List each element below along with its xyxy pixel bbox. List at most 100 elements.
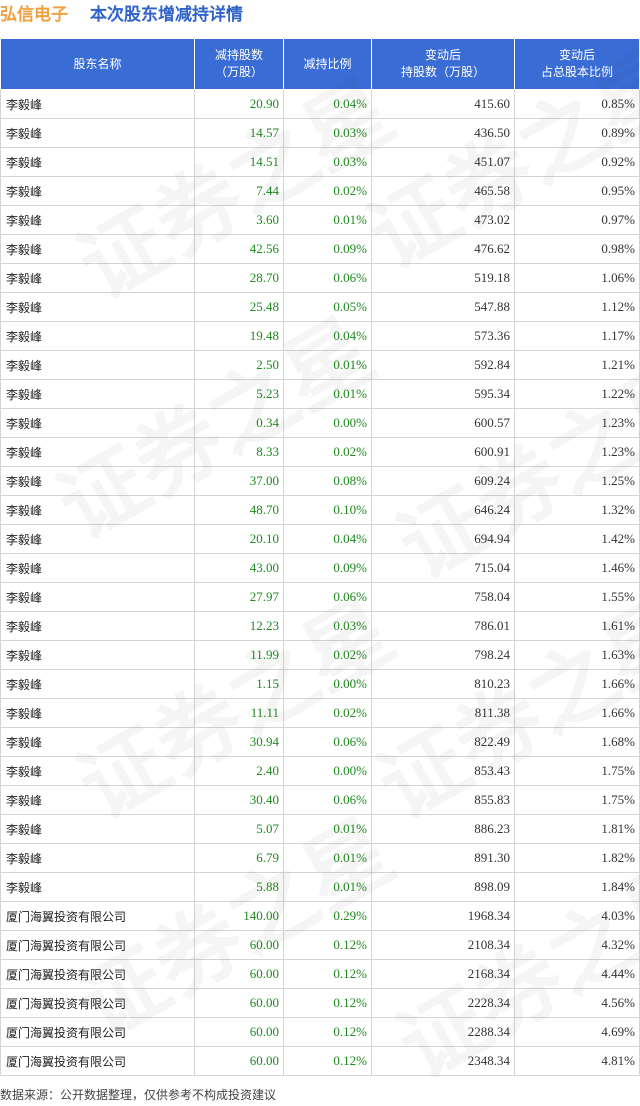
cell-reduced-ratio: 0.02% (283, 698, 372, 728)
cell-reduced-shares: 140.00 (194, 901, 284, 931)
cell-shareholder: 李毅峰 (0, 89, 195, 119)
table-row: 李毅峰 42.56 0.09% 476.62 0.98% (0, 234, 640, 264)
cell-holding-after: 573.36 (371, 321, 515, 351)
cell-reduced-shares: 8.33 (194, 437, 284, 467)
table-header: 股东名称 减持股数 （万股） 减持比例 变动后 持股数（万股） 变动后 占总股本… (0, 38, 640, 90)
cell-ratio-after: 4.44% (514, 959, 640, 989)
table-row: 厦门海翼投资有限公司 60.00 0.12% 2348.34 4.81% (0, 1046, 640, 1076)
cell-holding-after: 853.43 (371, 756, 515, 786)
cell-reduced-shares: 11.11 (194, 698, 284, 728)
table-row: 李毅峰 48.70 0.10% 646.24 1.32% (0, 495, 640, 525)
cell-shareholder: 李毅峰 (0, 379, 195, 409)
cell-reduced-shares: 5.23 (194, 379, 284, 409)
cell-ratio-after: 1.55% (514, 582, 640, 612)
cell-ratio-after: 1.61% (514, 611, 640, 641)
cell-reduced-shares: 20.90 (194, 89, 284, 119)
cell-reduced-ratio: 0.08% (283, 466, 372, 496)
cell-reduced-ratio: 0.09% (283, 553, 372, 583)
cell-holding-after: 415.60 (371, 89, 515, 119)
cell-reduced-ratio: 0.01% (283, 350, 372, 380)
table-row: 李毅峰 30.40 0.06% 855.83 1.75% (0, 785, 640, 815)
cell-shareholder: 李毅峰 (0, 698, 195, 728)
cell-reduced-ratio: 0.00% (283, 756, 372, 786)
cell-holding-after: 600.57 (371, 408, 515, 438)
table-row: 李毅峰 11.11 0.02% 811.38 1.66% (0, 698, 640, 728)
cell-holding-after: 2168.34 (371, 959, 515, 989)
cell-reduced-ratio: 0.06% (283, 263, 372, 293)
cell-reduced-ratio: 0.06% (283, 727, 372, 757)
cell-holding-after: 810.23 (371, 669, 515, 699)
cell-reduced-shares: 28.70 (194, 263, 284, 293)
cell-reduced-shares: 19.48 (194, 321, 284, 351)
cell-reduced-ratio: 0.01% (283, 379, 372, 409)
cell-reduced-shares: 5.88 (194, 872, 284, 902)
cell-holding-after: 822.49 (371, 727, 515, 757)
col-header-ratio-after: 变动后 占总股本比例 (514, 38, 640, 90)
cell-reduced-shares: 60.00 (194, 959, 284, 989)
table-row: 李毅峰 27.97 0.06% 758.04 1.55% (0, 582, 640, 612)
cell-reduced-ratio: 0.00% (283, 669, 372, 699)
cell-ratio-after: 4.03% (514, 901, 640, 931)
cell-reduced-shares: 11.99 (194, 640, 284, 670)
table-body: 李毅峰 20.90 0.04% 415.60 0.85% 李毅峰 14.57 0.03% 436… (0, 89, 640, 1076)
cell-shareholder: 李毅峰 (0, 872, 195, 902)
cell-reduced-shares: 14.51 (194, 147, 284, 177)
cell-reduced-ratio: 0.04% (283, 89, 372, 119)
cell-holding-after: 436.50 (371, 118, 515, 148)
table-row: 李毅峰 6.79 0.01% 891.30 1.82% (0, 843, 640, 873)
cell-holding-after: 609.24 (371, 466, 515, 496)
table-row: 厦门海翼投资有限公司 60.00 0.12% 2108.34 4.32% (0, 930, 640, 960)
table-row: 李毅峰 0.34 0.00% 600.57 1.23% (0, 408, 640, 438)
table-row: 李毅峰 20.10 0.04% 694.94 1.42% (0, 524, 640, 554)
cell-ratio-after: 1.81% (514, 814, 640, 844)
cell-reduced-ratio: 0.00% (283, 408, 372, 438)
cell-ratio-after: 1.22% (514, 379, 640, 409)
shareholding-table: 股东名称 减持股数 （万股） 减持比例 变动后 持股数（万股） 变动后 占总股本… (0, 38, 640, 1076)
table-row: 李毅峰 25.48 0.05% 547.88 1.12% (0, 292, 640, 322)
cell-shareholder: 李毅峰 (0, 495, 195, 525)
table-row: 厦门海翼投资有限公司 140.00 0.29% 1968.34 4.03% (0, 901, 640, 931)
cell-shareholder: 李毅峰 (0, 147, 195, 177)
cell-ratio-after: 1.75% (514, 756, 640, 786)
cell-ratio-after: 1.82% (514, 843, 640, 873)
table-row: 李毅峰 14.57 0.03% 436.50 0.89% (0, 118, 640, 148)
cell-holding-after: 2108.34 (371, 930, 515, 960)
cell-reduced-shares: 30.40 (194, 785, 284, 815)
cell-holding-after: 898.09 (371, 872, 515, 902)
cell-reduced-shares: 42.56 (194, 234, 284, 264)
cell-ratio-after: 1.42% (514, 524, 640, 554)
cell-shareholder: 李毅峰 (0, 350, 195, 380)
cell-reduced-ratio: 0.12% (283, 930, 372, 960)
cell-ratio-after: 1.66% (514, 698, 640, 728)
cell-shareholder: 厦门海翼投资有限公司 (0, 959, 195, 989)
cell-ratio-after: 1.12% (514, 292, 640, 322)
cell-reduced-ratio: 0.06% (283, 582, 372, 612)
cell-shareholder: 李毅峰 (0, 582, 195, 612)
cell-shareholder: 李毅峰 (0, 553, 195, 583)
table-row: 李毅峰 7.44 0.02% 465.58 0.95% (0, 176, 640, 206)
cell-reduced-shares: 20.10 (194, 524, 284, 554)
cell-shareholder: 李毅峰 (0, 176, 195, 206)
cell-ratio-after: 1.21% (514, 350, 640, 380)
cell-shareholder: 厦门海翼投资有限公司 (0, 1017, 195, 1047)
cell-ratio-after: 1.66% (514, 669, 640, 699)
cell-ratio-after: 1.32% (514, 495, 640, 525)
cell-reduced-ratio: 0.06% (283, 785, 372, 815)
cell-reduced-shares: 2.40 (194, 756, 284, 786)
cell-shareholder: 李毅峰 (0, 756, 195, 786)
cell-shareholder: 李毅峰 (0, 727, 195, 757)
cell-holding-after: 646.24 (371, 495, 515, 525)
cell-holding-after: 451.07 (371, 147, 515, 177)
cell-shareholder: 李毅峰 (0, 263, 195, 293)
cell-reduced-shares: 30.94 (194, 727, 284, 757)
cell-reduced-ratio: 0.10% (283, 495, 372, 525)
col-header-shareholder: 股东名称 (0, 38, 195, 90)
cell-shareholder: 李毅峰 (0, 118, 195, 148)
cell-ratio-after: 1.63% (514, 640, 640, 670)
cell-holding-after: 547.88 (371, 292, 515, 322)
cell-shareholder: 厦门海翼投资有限公司 (0, 1046, 195, 1076)
cell-shareholder: 李毅峰 (0, 843, 195, 873)
table-row: 李毅峰 28.70 0.06% 519.18 1.06% (0, 263, 640, 293)
cell-holding-after: 715.04 (371, 553, 515, 583)
table-row: 李毅峰 11.99 0.02% 798.24 1.63% (0, 640, 640, 670)
